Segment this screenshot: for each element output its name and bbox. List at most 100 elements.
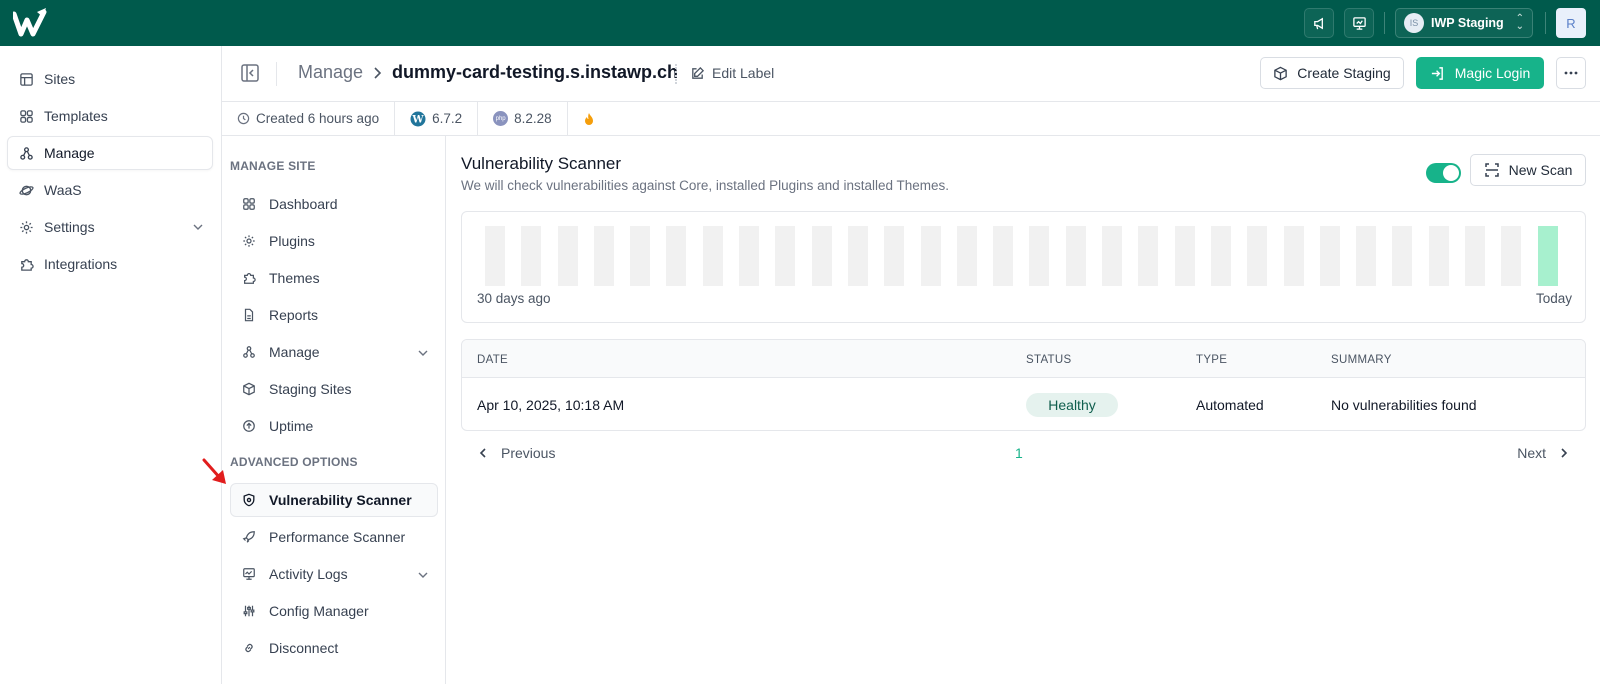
more-options-button[interactable] [1556,57,1586,89]
svg-text:W: W [411,114,424,125]
sidebar-item-templates[interactable]: Templates [7,99,213,133]
history-bar[interactable] [1138,226,1159,286]
created-text: Created 6 hours ago [256,111,380,126]
table-row[interactable]: Apr 10, 2025, 10:18 AM Healthy Automated… [462,378,1585,430]
php-version-info: php 8.2.28 [478,101,568,136]
history-bar[interactable] [1319,226,1340,286]
subnav-manage[interactable]: Manage [230,335,438,369]
sidebar-item-label: WaaS [44,182,82,198]
history-bar[interactable] [1428,226,1449,286]
history-bar[interactable] [1210,226,1231,286]
team-name: IWP Staging [1431,16,1504,30]
history-bar[interactable] [1102,226,1123,286]
divider [675,64,677,84]
instawp-logo-icon[interactable] [13,8,51,38]
history-bar[interactable] [739,226,760,286]
subnav-vulnerability-scanner[interactable]: Vulnerability Scanner [230,483,438,517]
puzzle-icon [18,256,34,272]
create-staging-label: Create Staging [1297,65,1391,81]
history-bar[interactable] [521,226,542,286]
pencil-icon [692,66,705,79]
subnav-performance-scanner[interactable]: Performance Scanner [230,520,438,554]
new-scan-button[interactable]: New Scan [1470,154,1586,186]
history-bar[interactable] [1392,226,1413,286]
history-bar[interactable] [811,226,832,286]
php-version: 8.2.28 [514,111,552,126]
sidebar-toggle-icon[interactable] [240,63,260,83]
subnav-label: Dashboard [269,196,338,212]
history-bar[interactable] [1029,226,1050,286]
subnav-staging-sites[interactable]: Staging Sites [230,372,438,406]
subnav-label: Manage [269,344,320,360]
history-bar[interactable] [1283,226,1304,286]
sidebar-item-waas[interactable]: WaaS [7,173,213,207]
breadcrumb-manage[interactable]: Manage [298,62,363,83]
planet-icon [18,182,34,198]
history-bar[interactable] [1356,226,1377,286]
cube-icon [241,381,257,397]
history-bar[interactable] [884,226,905,286]
layout-icon [18,71,34,87]
presentation-button[interactable] [1344,8,1374,38]
announcements-button[interactable] [1304,8,1334,38]
user-avatar[interactable]: R [1556,8,1586,38]
history-bar[interactable] [1465,226,1486,286]
subnav-plugins[interactable]: Plugins [230,224,438,258]
edit-label-button[interactable]: Edit Label [690,65,774,81]
create-staging-button[interactable]: Create Staging [1260,57,1404,89]
previous-page-button[interactable]: Previous [477,445,555,461]
history-bar[interactable] [593,226,614,286]
nodes-icon [18,145,34,161]
hot-info [568,102,616,136]
history-bar[interactable] [775,226,796,286]
subnav-themes[interactable]: Themes [230,261,438,295]
link-icon [241,640,257,656]
row-date: Apr 10, 2025, 10:18 AM [477,397,625,413]
status-badge: Healthy [1026,393,1118,417]
new-scan-label: New Scan [1508,162,1573,178]
advanced-options-heading: ADVANCED OPTIONS [230,455,358,469]
history-bar[interactable] [702,226,723,286]
subnav-label: Vulnerability Scanner [269,492,412,508]
history-bar[interactable] [847,226,868,286]
subnav-reports[interactable]: Reports [230,298,438,332]
history-bar[interactable] [630,226,651,286]
sidebar-item-settings[interactable]: Settings [7,210,213,244]
subnav-config-manager[interactable]: Config Manager [230,594,438,628]
team-switcher[interactable]: IS IWP Staging ⌃ ⌄ [1395,8,1533,38]
subnav-activity-logs[interactable]: Activity Logs [230,557,438,591]
subnav-dashboard[interactable]: Dashboard [230,187,438,221]
history-bar[interactable] [1247,226,1268,286]
subnav-label: Uptime [269,418,314,434]
subnav-label: Disconnect [269,640,339,656]
sidebar-item-integrations[interactable]: Integrations [7,247,213,281]
history-start-label: 30 days ago [477,291,551,306]
megaphone-icon [1313,17,1323,29]
history-bar[interactable] [1065,226,1086,286]
sidebar-item-manage[interactable]: Manage [7,136,213,170]
history-bar[interactable] [1174,226,1195,286]
scan-history-card: 30 days ago Today [461,211,1586,323]
sidebar-item-label: Settings [44,219,95,235]
auto-scan-toggle[interactable] [1426,163,1461,183]
next-page-button[interactable]: Next [1517,445,1570,461]
history-bar[interactable] [666,226,687,286]
subnav-uptime[interactable]: Uptime [230,409,438,443]
history-bar[interactable] [920,226,941,286]
column-header-status: STATUS [1026,354,1072,366]
history-bar[interactable] [993,226,1014,286]
sidebar-item-sites[interactable]: Sites [7,62,213,96]
manage-site-nav: MANAGE SITE Dashboard Plugins Themes Rep… [222,136,446,684]
history-bar-today[interactable] [1537,226,1558,286]
history-bar[interactable] [956,226,977,286]
gear-icon [241,233,257,249]
subnav-label: Performance Scanner [269,529,406,545]
current-page-number[interactable]: 1 [1015,445,1023,461]
subnav-disconnect[interactable]: Disconnect [230,631,438,665]
magic-login-button[interactable]: Magic Login [1416,57,1544,89]
history-bar[interactable] [1501,226,1522,286]
history-bar[interactable] [557,226,578,286]
subnav-label: Themes [269,270,320,286]
grid-icon [241,196,257,212]
history-bar[interactable] [485,226,505,286]
